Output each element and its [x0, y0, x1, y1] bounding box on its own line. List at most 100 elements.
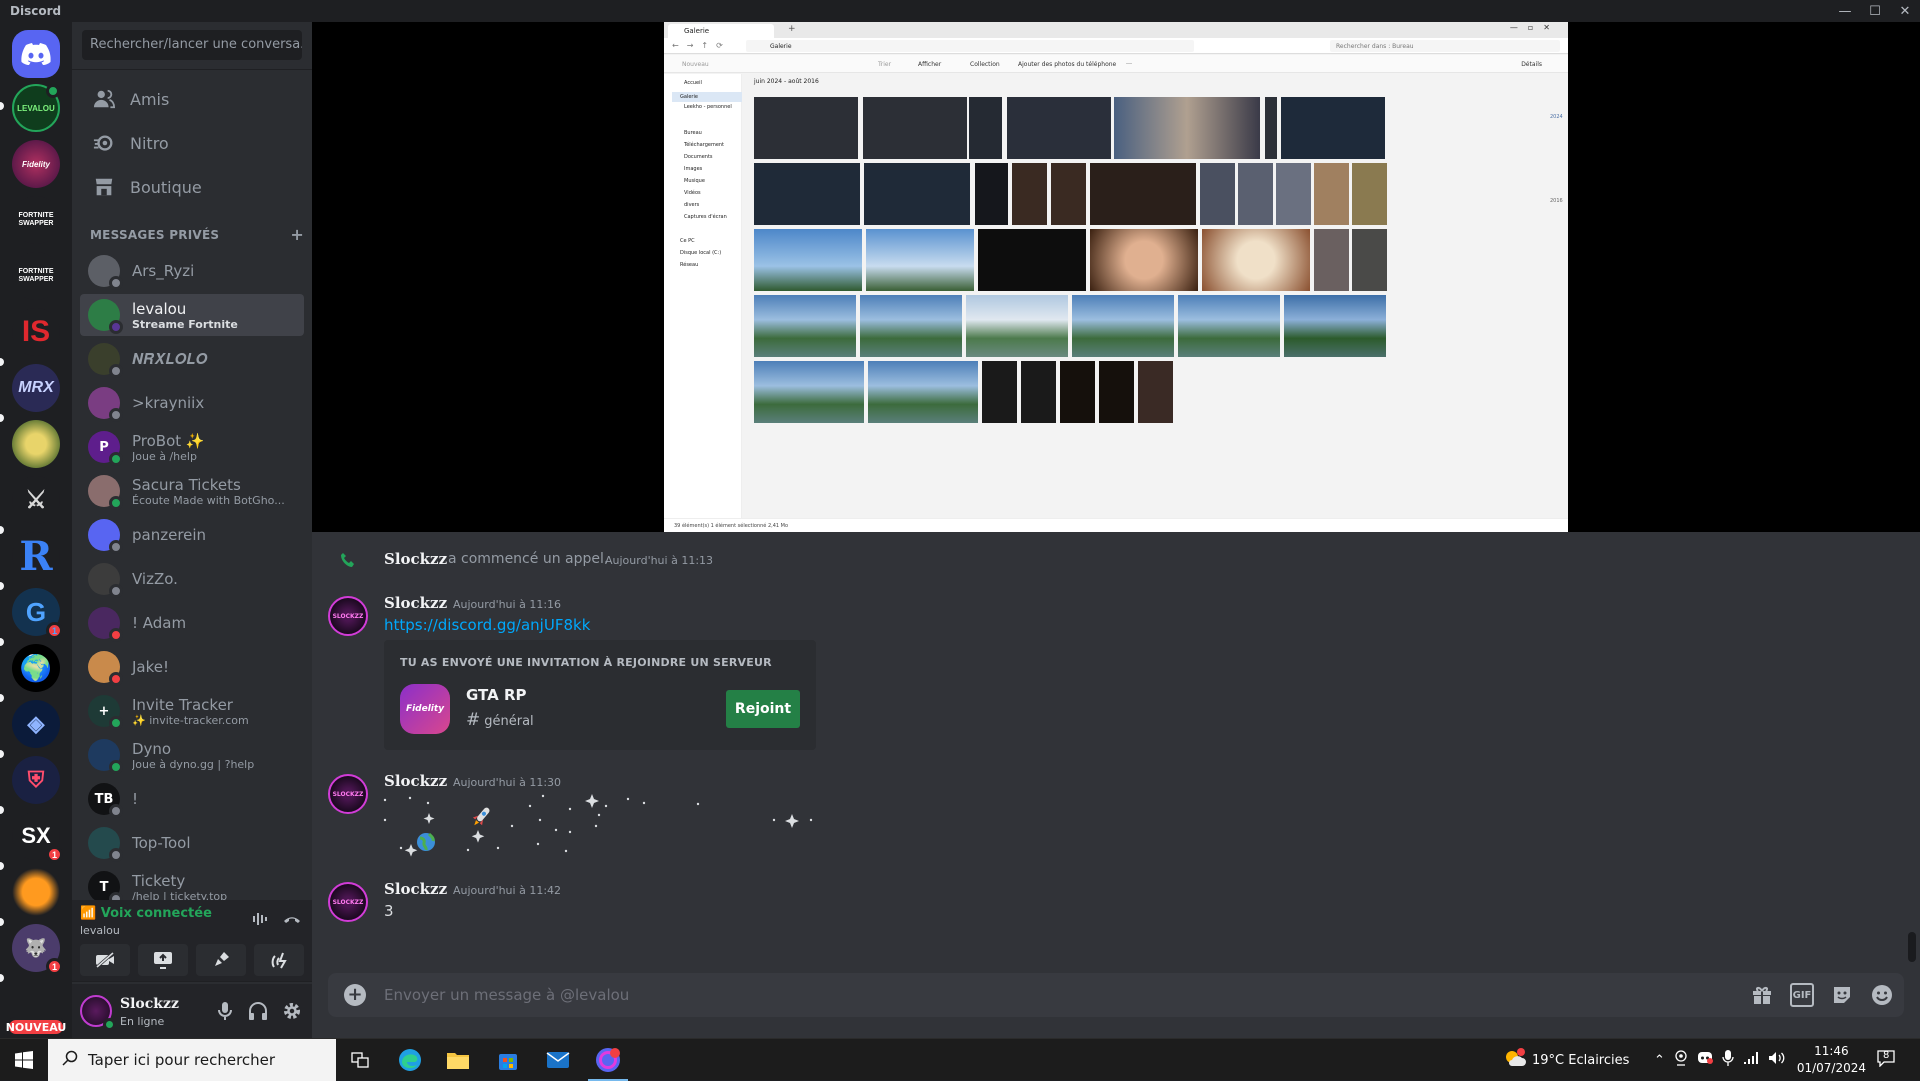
- user-name[interactable]: Slockzz: [120, 996, 179, 1012]
- message-input[interactable]: Envoyer un message à @levalou: [384, 986, 629, 1004]
- add-dm-button[interactable]: +: [290, 225, 304, 244]
- dm-item[interactable]: >krayniix: [80, 382, 304, 424]
- close-window-button[interactable]: ✕: [1890, 0, 1920, 22]
- message-author[interactable]: Slockzz: [384, 880, 447, 898]
- message-author[interactable]: Slockzz: [384, 772, 447, 790]
- server-sx[interactable]: SX 1: [12, 812, 63, 863]
- taskbar-clock[interactable]: 11:46 01/07/2024: [1797, 1043, 1866, 1077]
- volume-icon[interactable]: [1768, 1051, 1786, 1069]
- message-composer[interactable]: + Envoyer un message à @levalou GIF: [328, 973, 1904, 1017]
- edge-icon[interactable]: [386, 1039, 434, 1081]
- shared-screen[interactable]: Galerie + —▫✕ ←→↑⟳ Galerie Rechercher da…: [664, 22, 1568, 532]
- server-11[interactable]: G1: [12, 588, 63, 639]
- dm-item[interactable]: VizZo.: [80, 558, 304, 600]
- avatar[interactable]: SLOCKZZ: [328, 882, 368, 922]
- start-button[interactable]: [0, 1039, 48, 1081]
- call-author[interactable]: Slockzz: [384, 550, 447, 568]
- server-8[interactable]: [12, 420, 60, 468]
- noise-suppression-icon[interactable]: [252, 910, 270, 932]
- webcam-icon[interactable]: [1674, 1050, 1688, 1070]
- server-levalou[interactable]: LEVALOU: [12, 84, 60, 132]
- server-17[interactable]: 🐺 1: [12, 924, 63, 975]
- dm-item[interactable]: ! Adam: [80, 602, 304, 644]
- sticker-icon[interactable]: [1830, 983, 1854, 1007]
- server-fortnite-swapper-2[interactable]: FORTNITE SWAPPER: [12, 252, 60, 300]
- avatar[interactable]: SLOCKZZ: [328, 596, 368, 636]
- dm-item[interactable]: Sacura Tickets Écoute Made with BotGho...: [80, 470, 304, 512]
- photo-thumbnail: [754, 229, 862, 291]
- mic-icon[interactable]: [216, 1001, 234, 1025]
- voice-channel[interactable]: levalou: [80, 924, 120, 937]
- message-author[interactable]: Slockzz: [384, 594, 447, 612]
- discord-tray-icon[interactable]: [1697, 1051, 1713, 1069]
- server-is[interactable]: IS: [12, 308, 60, 356]
- dm-item[interactable]: 𝑵𝑹𝑿𝑳𝑶𝑳𝑶: [80, 338, 304, 380]
- avatar: [88, 607, 123, 642]
- dm-item[interactable]: panzerein: [80, 514, 304, 556]
- server-fortnite-swapper[interactable]: FORTNITE SWAPPER: [12, 196, 60, 244]
- avatar[interactable]: SLOCKZZ: [328, 774, 368, 814]
- notifications-button[interactable]: 8: [1876, 1039, 1896, 1081]
- dm-item[interactable]: Jake!: [80, 646, 304, 688]
- weather-widget[interactable]: 19°C Eclaircies: [1504, 1039, 1629, 1081]
- home-button[interactable]: [12, 30, 60, 78]
- network-icon[interactable]: [1743, 1051, 1759, 1069]
- shop-icon: [92, 175, 116, 199]
- chat-scrollbar[interactable]: [1908, 932, 1916, 962]
- dm-item[interactable]: Ars_Ryzi: [80, 250, 304, 292]
- maximize-button[interactable]: ☐: [1860, 0, 1890, 22]
- dm-item[interactable]: P ProBot ✨ Joue à /help: [80, 426, 304, 468]
- dm-header: MESSAGES PRIVÉS +: [90, 225, 304, 244]
- discord-taskbar-icon[interactable]: [584, 1039, 632, 1081]
- nav-friends[interactable]: Amis: [80, 78, 304, 120]
- server-12[interactable]: 🌍: [12, 644, 60, 692]
- disconnect-icon[interactable]: [282, 910, 302, 932]
- join-button[interactable]: Rejoint: [726, 690, 800, 728]
- new-badge[interactable]: NOUVEAU: [6, 1017, 66, 1037]
- dm-item[interactable]: Dyno Joue à dyno.gg | ?help: [80, 734, 304, 776]
- gift-icon[interactable]: [1750, 983, 1774, 1007]
- dm-item[interactable]: + Invite Tracker ✨ invite-tracker.com: [80, 690, 304, 732]
- store-icon[interactable]: [484, 1039, 532, 1081]
- server-mrx[interactable]: MRX: [12, 364, 60, 412]
- dm-item[interactable]: Top-Tool: [80, 822, 304, 864]
- dm-item[interactable]: levalou Streame Fortnite: [80, 294, 304, 336]
- user-status: En ligne: [120, 1015, 165, 1028]
- file-explorer-icon[interactable]: [434, 1039, 482, 1081]
- settings-gear-icon[interactable]: [282, 1001, 302, 1025]
- server-16[interactable]: [12, 868, 60, 916]
- camera-off-button[interactable]: [80, 944, 130, 976]
- server-9[interactable]: ⚔: [12, 476, 60, 524]
- server-r[interactable]: R: [12, 532, 60, 580]
- chevron-up-icon[interactable]: ⌃: [1654, 1053, 1665, 1068]
- soundboard-button[interactable]: [254, 944, 304, 976]
- photo-thumbnail: [1051, 163, 1086, 225]
- chat-area: Slockzz a commencé un appel. Aujourd'hui…: [312, 532, 1920, 1038]
- add-attachment-button[interactable]: +: [344, 984, 366, 1006]
- photo-thumbnail: [1012, 163, 1047, 225]
- nav-shop[interactable]: Boutique: [80, 166, 304, 208]
- signal-icon: 📶: [80, 906, 97, 921]
- mail-icon[interactable]: [534, 1039, 582, 1081]
- emoji-icon[interactable]: [1870, 983, 1894, 1007]
- avatar: [88, 739, 123, 774]
- microphone-icon[interactable]: [1722, 1050, 1734, 1070]
- activities-button[interactable]: [196, 944, 246, 976]
- weather-icon: [1504, 1048, 1526, 1072]
- dm-name: Invite Tracker: [132, 695, 233, 714]
- nav-nitro[interactable]: Nitro: [80, 122, 304, 164]
- task-view-icon[interactable]: [336, 1039, 384, 1081]
- dm-item[interactable]: TB!: [80, 778, 304, 820]
- search-input[interactable]: Rechercher/lancer une conversa...: [82, 30, 302, 60]
- minimize-button[interactable]: —: [1830, 0, 1860, 22]
- photo-thumbnail: [754, 97, 858, 159]
- server-fidelity[interactable]: Fidelity: [12, 140, 60, 188]
- server-13[interactable]: ◈: [12, 700, 60, 748]
- server-14[interactable]: ⛨: [12, 756, 60, 804]
- headphones-icon[interactable]: [248, 1001, 268, 1025]
- taskbar-search[interactable]: Taper ici pour rechercher: [48, 1039, 336, 1081]
- gif-button[interactable]: GIF: [1790, 983, 1814, 1007]
- screen-share-button[interactable]: [138, 944, 188, 976]
- invite-link[interactable]: https://discord.gg/anjUF8kk: [384, 616, 590, 634]
- hash-icon: #: [466, 710, 481, 730]
